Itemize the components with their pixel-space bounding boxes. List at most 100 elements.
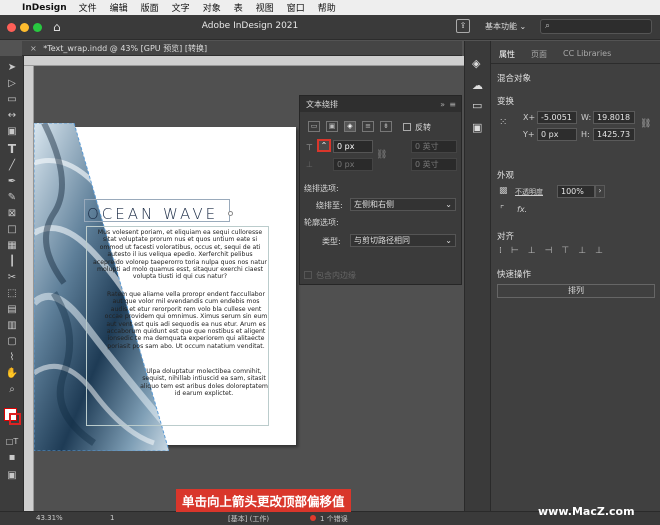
body-paragraph-2[interactable]: Ratem que aliame vella proropr endent fa… [104,291,268,350]
menu-bar: InDesign 文件 编辑 版面 文字 对象 表 视图 窗口 帮助 [0,0,660,15]
section-transform: 变换 [497,97,515,107]
w-field[interactable]: 19.8018 [593,111,635,124]
error-count[interactable]: 1 个错误 [320,514,348,524]
line-tool-icon[interactable]: ╱ [3,158,21,172]
pages-panel-icon[interactable]: ▭ [472,99,482,112]
page-tool-icon[interactable]: ▭ [3,92,21,106]
body-paragraph-1[interactable]: Mus volesent poriam, et eliquiam ea sequ… [92,229,268,281]
page-number[interactable]: 1 [110,514,114,522]
selection-tool-icon[interactable]: ➤ [3,60,21,74]
contour-type-select[interactable]: 与剪切路径相同 ⌄ [350,234,456,247]
body-paragraph-3[interactable]: Ulpa doluptatur molectibea comnihit, seq… [140,368,268,398]
align-top-icon[interactable]: ⊤ [561,246,578,256]
menu-layout[interactable]: 版面 [141,1,159,14]
hand-tool-icon[interactable]: ✋ [3,366,21,380]
type-tool-icon[interactable]: T [3,142,21,156]
reference-point-icon[interactable]: ⁙ [499,117,507,128]
top-offset-up-arrow-button[interactable]: ⌃ [317,139,331,152]
align-center-icon[interactable]: ⊥ [528,246,545,256]
left-offset-field[interactable]: 0 英寸 [411,140,457,153]
zoom-level[interactable]: 43.31% [36,514,63,522]
x-field[interactable]: -5.0051 [537,111,577,124]
panel-header[interactable]: 文本绕排 » ≡ [300,96,461,112]
cc-libraries-icon[interactable]: ☁ [472,79,483,92]
menu-type[interactable]: 文字 [172,1,190,14]
apply-color-icon[interactable]: ▪ [3,450,21,464]
note-tool-icon[interactable]: ▢ [3,334,21,348]
h-field[interactable]: 1425.73 [593,128,635,141]
menu-edit[interactable]: 编辑 [110,1,128,14]
jump-next-column-icon[interactable]: ⇟ [380,121,392,132]
tab-pages[interactable]: 页面 [531,49,547,60]
gradient-swatch-tool-icon[interactable]: ▤ [3,302,21,316]
wrap-to-select[interactable]: 左侧和右侧 ⌄ [350,198,456,211]
align-right-icon[interactable]: ⊣ [545,246,562,256]
text-wrap-panel-icon[interactable]: ▣ [472,121,482,134]
zoom-tool-icon[interactable]: ⌕ [3,382,21,396]
eyedropper-tool-icon[interactable]: ⌇ [3,350,21,364]
stroke-swatch[interactable] [9,413,21,425]
y-field[interactable]: 0 px [537,128,577,141]
wrap-object-shape-icon[interactable]: ◈ [344,121,356,132]
share-icon[interactable]: ⇪ [456,19,470,33]
menu-app-name[interactable]: InDesign [22,3,67,13]
workspace-switcher[interactable]: 基本功能 ⌄ [485,21,526,32]
direct-selection-tool-icon[interactable]: ▷ [3,76,21,90]
pen-tool-icon[interactable]: ✒ [3,174,21,188]
pencil-tool-icon[interactable]: ✎ [3,190,21,204]
no-wrap-icon[interactable]: ▭ [308,121,320,132]
panel-menu-icon[interactable]: ≡ [449,100,456,109]
properties-panel-icon[interactable]: ◈ [472,57,480,70]
close-tab-icon[interactable]: × [30,44,37,53]
wrap-bounding-box-icon[interactable]: ▣ [326,121,338,132]
invert-checkbox[interactable] [403,123,411,131]
tab-cc-libraries[interactable]: CC Libraries [563,49,611,58]
constrain-proportions-icon[interactable]: ⛓ [640,119,651,129]
opacity-field[interactable]: 100% [557,185,595,198]
opacity-stepper-arrow-icon[interactable]: › [595,185,605,198]
vertical-ruler[interactable] [24,66,34,511]
screen-mode-icon[interactable]: ▣ [3,468,21,482]
menu-window[interactable]: 窗口 [287,1,305,14]
menu-file[interactable]: 文件 [79,1,97,14]
fx-label[interactable]: fx. [517,205,527,214]
opacity-label[interactable]: 不透明度 [515,187,543,197]
gap-tool-icon[interactable]: ↔ [3,108,21,122]
corner-options-icon[interactable]: ⌜ [500,205,504,215]
out-port-handle[interactable] [228,211,233,216]
rectangle-frame-tool-icon[interactable]: ⊠ [3,206,21,220]
menu-help[interactable]: 帮助 [318,1,336,14]
scissors-tool-icon[interactable]: ✂ [3,270,21,284]
document-heading[interactable]: OCEAN WAVE [87,205,218,223]
properties-panel: 属性 页面 CC Libraries 混合对象 变换 ⁙ X+ -5.0051 … [490,41,660,511]
search-field[interactable]: ⌕ [540,19,652,34]
include-inside-edges-checkbox[interactable] [304,271,312,279]
menu-object[interactable]: 对象 [203,1,221,14]
tab-properties[interactable]: 属性 [499,49,515,60]
free-transform-tool-icon[interactable]: ⬚ [3,286,21,300]
horizontal-ruler[interactable] [24,56,464,66]
document-tab[interactable]: × *Text_wrap.indd @ 43% [GPU 预览] [转换] [22,41,462,56]
content-collector-icon[interactable]: ▣ [3,124,21,138]
gradient-feather-tool-icon[interactable]: ▥ [3,318,21,332]
top-offset-field[interactable]: 0 px [333,140,373,153]
menu-table[interactable]: 表 [234,1,243,14]
arrange-button[interactable]: 排列 [497,284,655,298]
align-left-icon[interactable]: ⊢ [511,246,528,256]
vertical-text-tool-icon[interactable]: ┃ [3,254,21,268]
collapse-icon[interactable]: » [440,100,445,109]
table-tool-icon[interactable]: ▦ [3,238,21,252]
align-to-selection-icon[interactable]: ⁞ [499,246,511,256]
bottom-offset-field[interactable]: 0 px [333,158,373,171]
jump-object-icon[interactable]: ≡ [362,121,374,132]
align-middle-icon[interactable]: ⊥ [578,246,595,256]
app-titlebar: ⌂ Adobe InDesign 2021 ⇪ 基本功能 ⌄ ⌕ [0,15,660,40]
working-style[interactable]: [基本] (工作) [228,514,269,524]
align-bottom-icon[interactable]: ⊥ [595,246,612,256]
rectangle-tool-icon[interactable]: □ [3,222,21,236]
menu-view[interactable]: 视图 [256,1,274,14]
right-offset-field[interactable]: 0 英寸 [411,158,457,171]
formatting-affects-container-icon[interactable]: □T [3,434,21,448]
contour-type-value: 与剪切路径相同 [354,236,410,245]
link-offsets-icon[interactable]: ⛓ [376,150,387,160]
